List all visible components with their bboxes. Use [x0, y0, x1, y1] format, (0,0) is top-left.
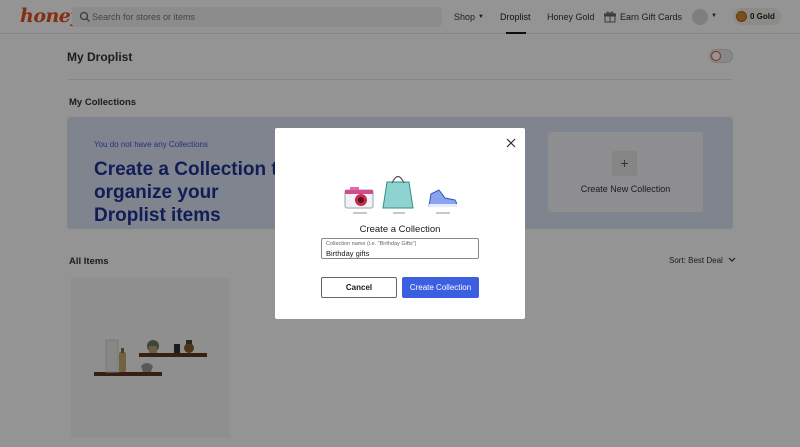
collection-illustration	[344, 175, 457, 214]
collection-name-label: Collection name (i.e. "Birthday Gifts")	[326, 241, 417, 247]
collection-name-field[interactable]: Collection name (i.e. "Birthday Gifts")	[321, 238, 479, 259]
close-icon[interactable]	[504, 136, 518, 150]
create-collection-button[interactable]: Create Collection	[402, 277, 479, 298]
create-collection-modal: Create a Collection Collection name (i.e…	[275, 128, 525, 319]
modal-title: Create a Collection	[359, 224, 441, 235]
cancel-button[interactable]: Cancel	[321, 277, 397, 298]
collection-name-input[interactable]	[326, 248, 474, 258]
